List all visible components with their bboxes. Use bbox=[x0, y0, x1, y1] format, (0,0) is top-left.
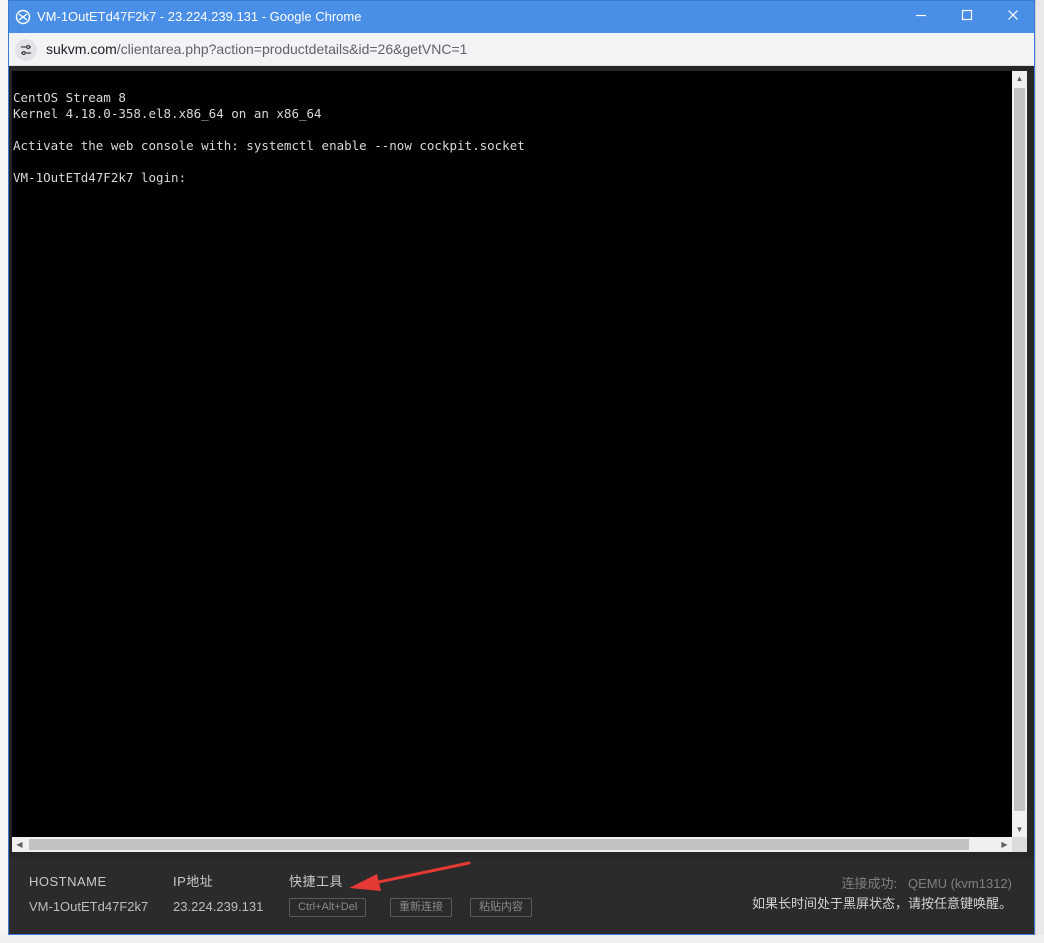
scroll-down-icon[interactable]: ▼ bbox=[1012, 822, 1027, 837]
address-bar[interactable]: sukvm.com/clientarea.php?action=productd… bbox=[9, 33, 1034, 66]
black-screen-hint: 如果长时间处于黑屏状态，请按任意键唤醒。 bbox=[751, 896, 1012, 911]
horizontal-scrollbar[interactable]: ◀ ▶ bbox=[12, 837, 1012, 852]
maximize-button[interactable] bbox=[944, 1, 990, 33]
page-content: CentOS Stream 8 Kernel 4.18.0-358.el8.x8… bbox=[9, 66, 1034, 934]
terminal-line: Kernel 4.18.0-358.el8.x86_64 on an x86_6… bbox=[13, 106, 322, 121]
hostname-label: HOSTNAME bbox=[29, 874, 107, 889]
site-info-icon[interactable] bbox=[15, 39, 37, 61]
window-title: VM-1OutETd47F2k7 - 23.224.239.131 - Goog… bbox=[37, 9, 362, 24]
horizontal-scroll-thumb[interactable] bbox=[29, 839, 969, 850]
chrome-popup-window: VM-1OutETd47F2k7 - 23.224.239.131 - Goog… bbox=[8, 0, 1035, 935]
scroll-left-icon[interactable]: ◀ bbox=[12, 837, 27, 852]
url-text[interactable]: sukvm.com/clientarea.php?action=productd… bbox=[46, 41, 467, 58]
vnc-viewport: CentOS Stream 8 Kernel 4.18.0-358.el8.x8… bbox=[12, 71, 1027, 852]
scroll-right-icon[interactable]: ▶ bbox=[997, 837, 1012, 852]
connection-status: 连接成功: QEMU (kvm1312) bbox=[842, 876, 1013, 892]
scrollbar-corner bbox=[1012, 837, 1027, 852]
background-left-edge bbox=[0, 0, 8, 943]
app-favicon-icon bbox=[15, 9, 31, 25]
reconnect-button[interactable]: 重新连接 bbox=[390, 898, 452, 917]
background-right-edge bbox=[1035, 0, 1044, 943]
maximize-icon bbox=[961, 8, 973, 26]
vnc-console-screen[interactable]: CentOS Stream 8 Kernel 4.18.0-358.el8.x8… bbox=[12, 71, 1012, 837]
connection-status-prefix: 连接成功: bbox=[841, 876, 898, 891]
minimize-icon bbox=[915, 8, 927, 26]
minimize-button[interactable] bbox=[898, 1, 944, 33]
terminal-line: VM-1OutETd47F2k7 login: bbox=[13, 170, 194, 185]
paste-content-button[interactable]: 粘贴内容 bbox=[470, 898, 532, 917]
connection-status-value: QEMU (kvm1312) bbox=[907, 876, 1012, 891]
hostname-value: VM-1OutETd47F2k7 bbox=[29, 899, 149, 914]
background-bottom-edge bbox=[0, 935, 1044, 943]
title-bar[interactable]: VM-1OutETd47F2k7 - 23.224.239.131 - Goog… bbox=[9, 1, 1034, 33]
vertical-scrollbar[interactable]: ▲ ▼ bbox=[1012, 71, 1027, 837]
ip-label: IP地址 bbox=[173, 874, 214, 889]
ip-value: 23.224.239.131 bbox=[173, 899, 264, 914]
terminal-line: CentOS Stream 8 bbox=[13, 90, 126, 105]
url-path: /clientarea.php?action=productdetails&id… bbox=[116, 41, 468, 57]
tools-label: 快捷工具 bbox=[289, 874, 344, 889]
close-icon bbox=[1007, 8, 1019, 26]
vertical-scroll-thumb[interactable] bbox=[1014, 88, 1025, 811]
ctrl-alt-del-button[interactable]: Ctrl+Alt+Del bbox=[289, 898, 367, 917]
vnc-info-bar: HOSTNAME VM-1OutETd47F2k7 IP地址 23.224.23… bbox=[9, 857, 1034, 934]
url-host: sukvm.com bbox=[46, 41, 117, 57]
close-button[interactable] bbox=[990, 1, 1034, 33]
scroll-up-icon[interactable]: ▲ bbox=[1012, 71, 1027, 86]
terminal-line: Activate the web console with: systemctl… bbox=[13, 138, 525, 153]
